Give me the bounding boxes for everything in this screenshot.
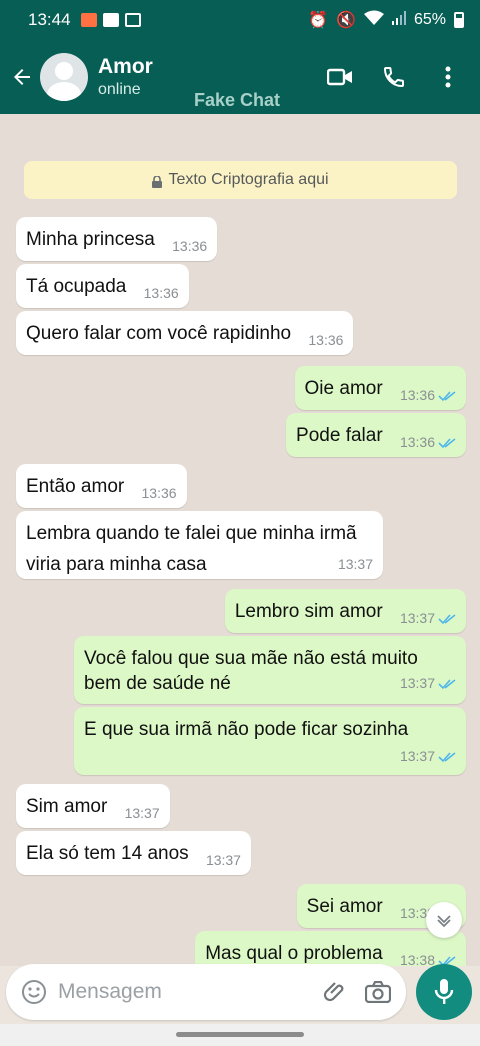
signal-icon — [391, 10, 406, 30]
message-outgoing[interactable]: Oie amor 13:36 — [294, 366, 466, 410]
message-incoming[interactable]: Então amor 13:36 — [16, 464, 187, 508]
status-bar: 13:44 ⏰ 🔇 65% — [0, 0, 480, 40]
message-text: Oie amor — [304, 378, 383, 399]
read-ticks-icon — [438, 437, 456, 448]
message-incoming[interactable]: Lembra quando te falei que minha irmã vi… — [16, 511, 383, 579]
message-text: Tá ocupada — [26, 276, 127, 297]
read-ticks-icon — [438, 613, 456, 624]
message-input[interactable]: Mensagem — [58, 980, 322, 1004]
battery-percent: 65% — [413, 11, 446, 28]
phone-call-icon[interactable] — [380, 63, 408, 91]
status-time: 13:44 — [28, 10, 71, 29]
avatar[interactable] — [40, 53, 88, 101]
message-time: 13:36 — [399, 434, 435, 450]
read-ticks-icon — [438, 390, 456, 401]
camera-icon[interactable] — [364, 978, 392, 1006]
message-outgoing[interactable]: Pode falar 13:36 — [286, 413, 466, 457]
message-text: Sei amor — [306, 896, 383, 917]
message-incoming[interactable]: Minha princesa 13:36 — [16, 217, 218, 261]
wifi-icon — [363, 10, 384, 31]
back-arrow-icon[interactable] — [2, 57, 42, 97]
message-text-line: Lembra quando te falei que minha irmã — [26, 523, 357, 544]
message-time: 13:37 — [205, 852, 241, 868]
message-time: 13:36 — [308, 332, 344, 348]
message-outgoing[interactable]: Você falou que sua mãe não está muito be… — [74, 636, 466, 704]
contact-name: Amor — [98, 55, 153, 78]
message-incoming[interactable]: Tá ocupada 13:36 — [16, 264, 189, 308]
encryption-notice[interactable]: Texto Criptografia aqui — [24, 161, 457, 199]
alarm-icon: ⏰ — [308, 12, 329, 29]
message-time: 13:36 — [141, 485, 177, 501]
attach-icon[interactable] — [322, 978, 350, 1006]
message-composer: Mensagem — [6, 964, 406, 1020]
home-gesture-bar[interactable] — [176, 1032, 304, 1037]
message-time: 13:37 — [399, 675, 435, 691]
message-time: 13:36 — [399, 387, 435, 403]
scroll-down-button[interactable] — [426, 902, 462, 938]
mic-button[interactable] — [416, 964, 472, 1020]
contact-status: online — [98, 81, 141, 98]
message-text: Mas qual o problema — [205, 943, 383, 964]
message-incoming[interactable]: Ela só tem 14 anos 13:37 — [16, 831, 251, 875]
watermark: Fake Chat — [194, 90, 281, 110]
encryption-notice-text: Texto Criptografia aqui — [168, 171, 329, 188]
message-outgoing[interactable]: Mas qual o problema 13:38 — [195, 931, 466, 966]
read-ticks-icon — [438, 751, 456, 762]
message-time: 13:37 — [399, 748, 435, 764]
message-time: 13:37 — [124, 805, 160, 821]
chevron-down-icon — [437, 915, 451, 928]
microphone-icon — [434, 979, 454, 1004]
video-call-icon[interactable] — [326, 63, 354, 91]
message-text-line: viria para minha casa — [26, 554, 207, 575]
message-outgoing[interactable]: Lembro sim amor 13:37 — [224, 589, 466, 633]
message-text: Pode falar — [296, 425, 383, 446]
message-time: 13:37 — [337, 556, 373, 572]
video-record-icon — [80, 13, 97, 27]
message-outgoing[interactable]: E que sua irmã não pode ficar sozinha 13… — [74, 707, 466, 775]
message-text: Quero falar com você rapidinho — [26, 323, 292, 344]
message-incoming[interactable]: Quero falar com você rapidinho 13:36 — [16, 311, 354, 355]
contact-info[interactable]: Amor online — [98, 55, 153, 99]
play-icon — [124, 13, 141, 27]
message-text: Minha princesa — [26, 229, 155, 250]
message-time: 13:37 — [399, 610, 435, 626]
system-navigation-bar — [0, 1024, 480, 1046]
battery-icon — [454, 12, 464, 28]
folder-icon — [102, 13, 119, 27]
message-text: Lembro sim amor — [234, 601, 383, 622]
message-text: Ela só tem 14 anos — [26, 843, 189, 864]
lock-icon — [152, 174, 163, 188]
chat-header: Amor online Fake Chat — [0, 40, 480, 114]
message-text-line: bem de saúde né — [84, 673, 231, 694]
message-time: 13:38 — [399, 952, 435, 966]
chat-area[interactable]: Texto Criptografia aqui Minha princesa 1… — [0, 114, 480, 966]
message-text: Então amor — [26, 476, 125, 497]
message-time: 13:36 — [172, 238, 208, 254]
message-incoming[interactable]: Sim amor 13:37 — [16, 784, 170, 828]
message-text: Sim amor — [26, 796, 108, 817]
message-text: E que sua irmã não pode ficar sozinha — [84, 719, 409, 740]
more-options-icon[interactable] — [434, 63, 462, 91]
mute-icon: 🔇 — [336, 12, 356, 29]
emoji-icon[interactable] — [20, 978, 48, 1006]
message-text-line: Você falou que sua mãe não está muito — [84, 648, 418, 669]
read-ticks-icon — [438, 678, 456, 689]
message-time: 13:36 — [143, 285, 179, 301]
